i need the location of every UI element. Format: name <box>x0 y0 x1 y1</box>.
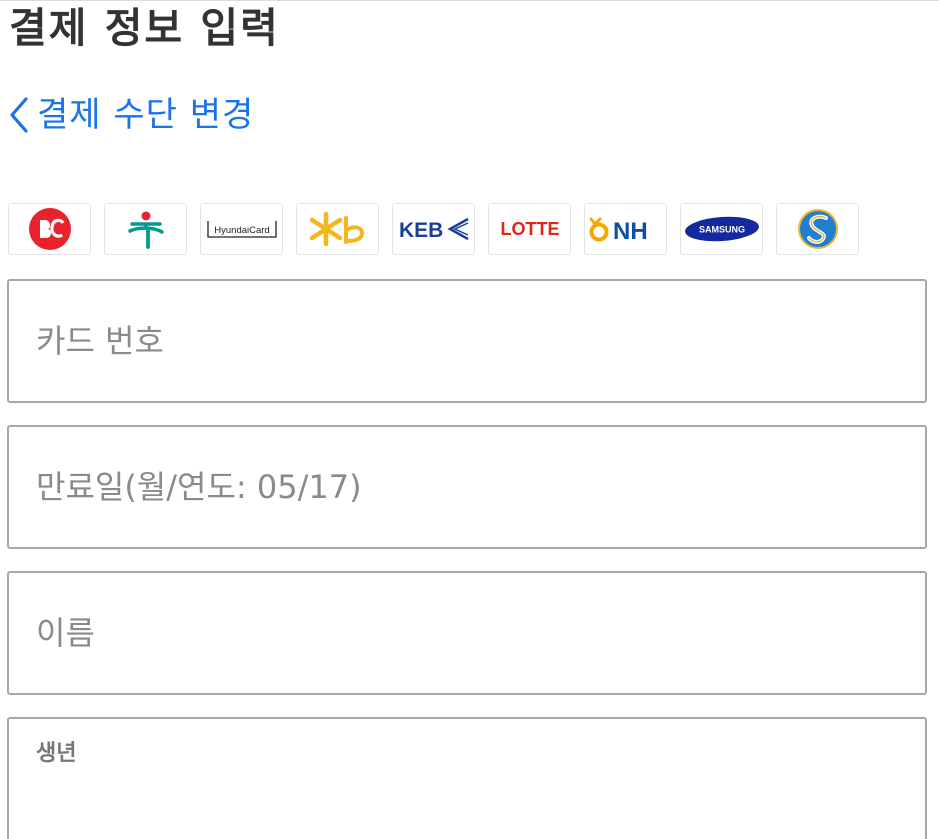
lotte-card-logo-icon: LOTTE <box>500 219 559 239</box>
card-number-input[interactable] <box>9 281 925 401</box>
card-nh[interactable]: NH <box>584 203 667 255</box>
card-hyundai[interactable]: HyundaiCard <box>200 203 283 255</box>
hyundai-card-logo-icon: HyundaiCard <box>206 221 277 238</box>
name-input[interactable] <box>9 573 925 693</box>
card-kb[interactable] <box>296 203 379 255</box>
hyundai-card-text: HyundaiCard <box>214 225 269 236</box>
birth-field[interactable]: 생년 <box>7 717 927 839</box>
samsung-card-logo-icon: SAMSUNG <box>684 216 759 242</box>
hana-card-logo-icon <box>127 211 164 249</box>
expiry-field[interactable] <box>7 425 927 549</box>
change-payment-method-label: 결제 수단 변경 <box>37 95 255 135</box>
nh-card-logo-icon: NH <box>589 217 648 245</box>
change-payment-method-link[interactable]: 결제 수단 변경 <box>8 94 254 136</box>
card-hana[interactable] <box>104 203 187 255</box>
keb-text: KEB <box>399 219 443 242</box>
card-issuer-list: HyundaiCard KEB LOTTE NH SAMSUNG <box>8 203 872 255</box>
nh-text: NH <box>613 218 648 245</box>
card-number-field[interactable] <box>7 279 927 403</box>
lotte-text: LOTTE <box>500 219 559 239</box>
name-field[interactable] <box>7 571 927 695</box>
bc-card-logo-icon <box>28 208 71 250</box>
card-samsung[interactable]: SAMSUNG <box>680 203 763 255</box>
expiry-input[interactable] <box>9 427 925 547</box>
card-keb[interactable]: KEB <box>392 203 475 255</box>
birth-label: 생년 <box>36 741 77 766</box>
shinhan-card-logo-icon <box>797 209 838 249</box>
samsung-text: SAMSUNG <box>698 225 744 235</box>
top-divider <box>0 0 939 1</box>
chevron-left-icon <box>10 97 28 133</box>
card-lotte[interactable]: LOTTE <box>488 203 571 255</box>
page-title: 결제 정보 입력 <box>9 4 280 52</box>
kb-card-logo-icon <box>309 211 364 247</box>
keb-card-logo-icon: KEB <box>399 217 469 242</box>
card-shinhan[interactable] <box>776 203 859 255</box>
card-bc[interactable] <box>8 203 91 255</box>
